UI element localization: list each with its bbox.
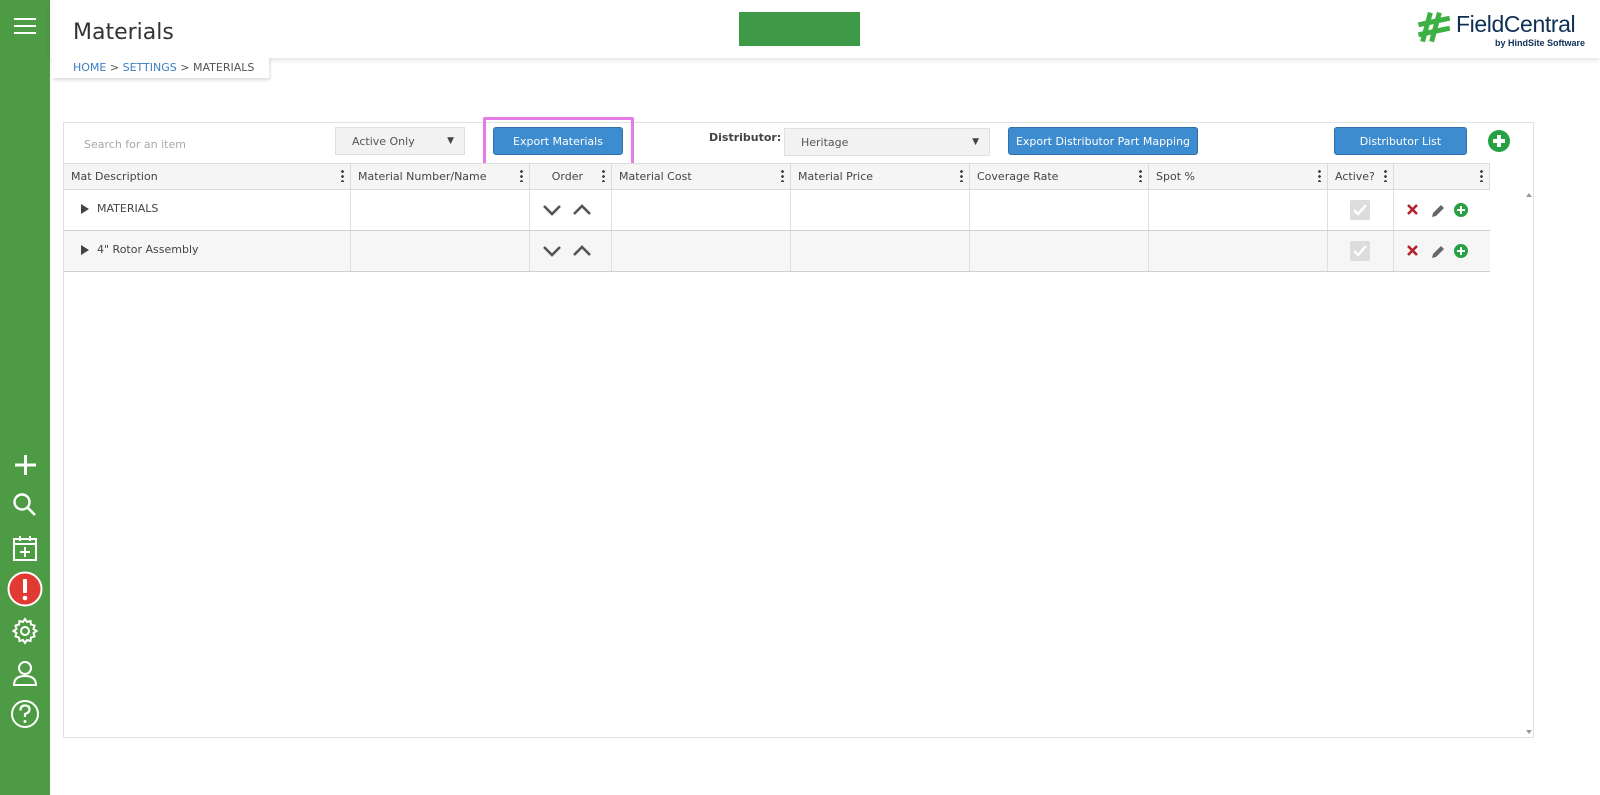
active-checkbox[interactable] (1350, 241, 1370, 261)
column-header-price[interactable]: Material Price (791, 164, 970, 190)
move-down-icon[interactable] (542, 244, 562, 258)
column-menu-icon[interactable] (1384, 169, 1387, 182)
materials-panel: Active Only ▼ Export Materials Distribut… (63, 117, 1534, 738)
cell-spot (1149, 190, 1328, 230)
export-distributor-mapping-button[interactable]: Export Distributor Part Mapping (1008, 127, 1198, 155)
help-icon[interactable] (0, 696, 50, 732)
cell-description: MATERIALS (64, 190, 351, 230)
cell-number (351, 231, 530, 271)
breadcrumb-container: HOME > SETTINGS > MATERIALS (52, 57, 269, 78)
distributor-select[interactable]: Heritage ▼ (784, 128, 990, 156)
page-title: Materials (73, 20, 174, 45)
column-header-coverage[interactable]: Coverage Rate (970, 164, 1149, 190)
breadcrumb-home[interactable]: HOME (73, 61, 106, 74)
breadcrumb-separator: > (106, 61, 123, 74)
cell-price (791, 231, 970, 271)
distributor-list-button[interactable]: Distributor List (1334, 127, 1467, 155)
top-header: Materials FieldCentral by HindSite Softw… (50, 0, 1600, 58)
distributor-value: Heritage (801, 135, 849, 149)
add-child-icon[interactable] (1454, 203, 1468, 217)
status-filter-value: Active Only (352, 134, 415, 148)
cell-active (1328, 190, 1394, 230)
column-menu-icon[interactable] (960, 169, 963, 182)
column-menu-icon[interactable] (1480, 169, 1483, 182)
edit-icon[interactable] (1430, 203, 1446, 219)
column-header-actions[interactable] (1394, 164, 1490, 190)
column-header-order[interactable]: Order (530, 164, 612, 190)
app-logo[interactable]: FieldCentral by HindSite Software (1414, 8, 1586, 50)
dropdown-arrow-icon: ▼ (972, 137, 979, 147)
cell-cost (612, 190, 791, 230)
table-row: MATERIALS (64, 190, 1490, 231)
cell-actions (1394, 190, 1490, 230)
cell-order (530, 231, 612, 271)
alert-icon[interactable] (0, 571, 50, 607)
plus-icon[interactable] (0, 447, 50, 483)
column-menu-icon[interactable] (602, 169, 605, 182)
cell-description: 4" Rotor Assembly (64, 231, 351, 271)
breadcrumb: HOME > SETTINGS > MATERIALS (73, 61, 254, 74)
grid-scrollbar[interactable] (1524, 191, 1534, 738)
edit-icon[interactable] (1430, 244, 1446, 260)
column-menu-icon[interactable] (520, 169, 523, 182)
gear-icon[interactable] (0, 613, 50, 649)
column-header-description[interactable]: Mat Description (64, 164, 351, 190)
delete-icon[interactable] (1406, 203, 1419, 216)
calendar-add-icon[interactable] (0, 530, 50, 566)
left-sidebar (0, 0, 50, 795)
materials-grid: Mat Description Material Number/Name Ord… (64, 163, 1490, 272)
user-icon[interactable] (0, 655, 50, 691)
search-icon[interactable] (0, 487, 50, 523)
cell-coverage (970, 231, 1149, 271)
column-menu-icon[interactable] (341, 169, 344, 182)
cell-actions (1394, 231, 1490, 271)
checkmark-icon (1353, 245, 1367, 257)
scroll-down-icon[interactable] (1526, 730, 1532, 734)
column-menu-icon[interactable] (1318, 169, 1321, 182)
logo-mark-icon (1417, 11, 1451, 43)
cell-active (1328, 231, 1394, 271)
notification-banner[interactable] (739, 12, 860, 46)
logo-name: FieldCentral (1456, 11, 1576, 37)
logo-subtitle: by HindSite Software (1495, 38, 1586, 48)
breadcrumb-separator: > (176, 61, 193, 74)
active-checkbox[interactable] (1350, 200, 1370, 220)
add-material-icon[interactable] (1488, 130, 1510, 152)
column-menu-icon[interactable] (781, 169, 784, 182)
checkmark-icon (1353, 204, 1367, 216)
add-child-icon[interactable] (1454, 244, 1468, 258)
menu-icon[interactable] (0, 8, 50, 44)
move-down-icon[interactable] (542, 203, 562, 217)
cell-price (791, 190, 970, 230)
expand-row-icon[interactable] (81, 204, 89, 214)
search-input[interactable] (84, 133, 324, 155)
column-menu-icon[interactable] (1139, 169, 1142, 182)
status-filter-select[interactable]: Active Only ▼ (335, 127, 465, 155)
cell-cost (612, 231, 791, 271)
grid-header: Mat Description Material Number/Name Ord… (64, 163, 1490, 190)
expand-row-icon[interactable] (81, 245, 89, 255)
column-header-number[interactable]: Material Number/Name (351, 164, 530, 190)
column-header-cost[interactable]: Material Cost (612, 164, 791, 190)
cell-coverage (970, 190, 1149, 230)
highlight-box (483, 117, 634, 166)
column-header-active[interactable]: Active? (1328, 164, 1394, 190)
cell-number (351, 190, 530, 230)
delete-icon[interactable] (1406, 244, 1419, 257)
breadcrumb-current: MATERIALS (192, 61, 255, 74)
dropdown-arrow-icon: ▼ (447, 136, 454, 146)
move-up-icon[interactable] (572, 203, 592, 217)
column-header-spot[interactable]: Spot % (1149, 164, 1328, 190)
move-up-icon[interactable] (572, 244, 592, 258)
cell-spot (1149, 231, 1328, 271)
scroll-up-icon[interactable] (1526, 193, 1532, 197)
distributor-label: Distributor: (709, 131, 782, 144)
cell-order (530, 190, 612, 230)
breadcrumb-settings[interactable]: SETTINGS (123, 61, 177, 74)
table-row: 4" Rotor Assembly (64, 231, 1490, 272)
